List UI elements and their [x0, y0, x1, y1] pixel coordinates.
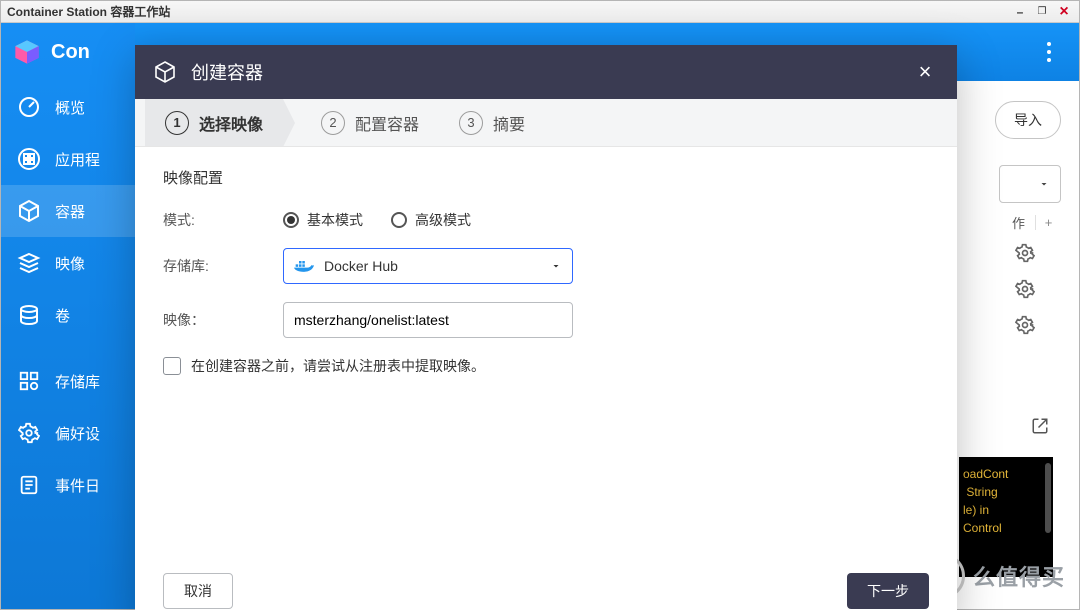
layers-icon: [17, 251, 41, 275]
sidebar-item-images[interactable]: 映像: [1, 237, 135, 289]
sidebar: Con 概览 应用程 容器 映像 卷: [1, 23, 135, 609]
repo-label: 存储库:: [163, 256, 283, 276]
watermark-text: 么值得买: [973, 560, 1065, 592]
cube-icon: [153, 60, 177, 84]
create-container-modal: 创建容器 × 1 选择映像 2 配置容器 3 摘要 映像配置: [135, 45, 957, 610]
radio-basic-mode[interactable]: 基本模式: [283, 210, 363, 230]
radio-label: 基本模式: [307, 210, 363, 230]
row-mode: 模式: 基本模式 高级模式: [163, 210, 929, 230]
chevron-down-icon: [1038, 178, 1050, 190]
gear-icon[interactable]: [1015, 243, 1035, 263]
modal-header: 创建容器 ×: [135, 45, 957, 99]
radio-advanced-mode[interactable]: 高级模式: [391, 210, 471, 230]
gear-icon: [17, 421, 41, 445]
window-title: Container Station 容器工作站: [5, 3, 1009, 20]
repo-value: Docker Hub: [324, 258, 398, 274]
cancel-label: 取消: [184, 581, 212, 601]
image-label: 映像：: [163, 310, 283, 330]
sidebar-item-preferences[interactable]: 偏好设: [1, 407, 135, 459]
sidebar-item-containers[interactable]: 容器: [1, 185, 135, 237]
sidebar-item-overview[interactable]: 概览: [1, 81, 135, 133]
pull-checkbox[interactable]: [163, 357, 181, 375]
gauge-icon: [17, 95, 41, 119]
app-window: Container Station 容器工作站 Con 概览 应用程 容器: [0, 0, 1080, 610]
gear-icon[interactable]: [1015, 315, 1035, 335]
window-minimize-button[interactable]: [1009, 3, 1031, 21]
row-repository: 存储库: Docker Hub: [163, 248, 929, 284]
brand-label: Con: [51, 41, 90, 64]
app-body: Con 概览 应用程 容器 映像 卷: [1, 23, 1079, 609]
step-label: 选择映像: [199, 111, 263, 135]
sidebar-item-volumes[interactable]: 卷: [1, 289, 135, 341]
modal-title: 创建容器: [191, 59, 897, 85]
external-link-icon[interactable]: [1031, 417, 1049, 440]
add-column-button[interactable]: +: [1035, 215, 1061, 230]
step-label: 摘要: [493, 111, 525, 135]
radio-dot-icon: [391, 212, 407, 228]
sidebar-item-label: 概览: [55, 97, 85, 118]
sidebar-item-label: 应用程: [55, 149, 100, 170]
modal-close-button[interactable]: ×: [911, 58, 939, 86]
import-button[interactable]: 导入: [995, 101, 1061, 139]
pull-note: 在创建容器之前，请尝试从注册表中提取映像。: [191, 356, 485, 376]
bg-filter-dropdown[interactable]: [999, 165, 1061, 203]
row-image: 映像：: [163, 302, 929, 338]
repository-select[interactable]: Docker Hub: [283, 248, 573, 284]
next-label: 下一步: [867, 581, 909, 601]
more-menu-button[interactable]: [1035, 38, 1063, 66]
titlebar: Container Station 容器工作站: [1, 1, 1079, 23]
sidebar-item-label: 卷: [55, 305, 70, 326]
console-scrollbar[interactable]: [1045, 463, 1051, 533]
step-number: 1: [165, 111, 189, 135]
bg-toolbar: 导入: [995, 101, 1061, 139]
mode-label: 模式:: [163, 210, 283, 230]
chevron-down-icon: [550, 260, 562, 272]
sidebar-item-apps[interactable]: 应用程: [1, 133, 135, 185]
registry-icon: [17, 369, 41, 393]
radio-dot-icon: [283, 212, 299, 228]
import-button-label: 导入: [1014, 110, 1042, 130]
row-actions-column: [1015, 243, 1035, 335]
next-button[interactable]: 下一步: [847, 573, 929, 609]
sidebar-item-label: 偏好设: [55, 423, 100, 444]
database-icon: [17, 303, 41, 327]
cancel-button[interactable]: 取消: [163, 573, 233, 609]
step-summary[interactable]: 3 摘要: [439, 111, 545, 135]
step-configure[interactable]: 2 配置容器: [301, 111, 439, 135]
modal-body: 映像配置 模式: 基本模式 高级模式: [135, 147, 957, 559]
sidebar-item-events[interactable]: 事件日: [1, 459, 135, 511]
log-icon: [17, 473, 41, 497]
ops-label: 作: [1012, 213, 1025, 232]
window-close-button[interactable]: [1053, 3, 1075, 21]
brand-logo-icon: [13, 38, 41, 66]
step-number: 3: [459, 111, 483, 135]
sidebar-item-label: 容器: [55, 201, 85, 222]
sidebar-item-label: 事件日: [55, 475, 100, 496]
brand: Con: [1, 23, 135, 81]
wizard-steps: 1 选择映像 2 配置容器 3 摘要: [135, 99, 957, 147]
sidebar-item-registry[interactable]: 存储库: [1, 355, 135, 407]
window-maximize-button[interactable]: [1031, 3, 1053, 21]
cube-icon: [17, 199, 41, 223]
sidebar-item-label: 存储库: [55, 371, 100, 392]
modal-footer: 取消 下一步: [135, 559, 957, 610]
sidebar-item-label: 映像: [55, 253, 85, 274]
docker-icon: [294, 259, 314, 273]
step-number: 2: [321, 111, 345, 135]
section-title: 映像配置: [163, 167, 929, 188]
step-select-image[interactable]: 1 选择映像: [145, 99, 283, 146]
step-label: 配置容器: [355, 111, 419, 135]
row-pull-check: 在创建容器之前，请尝试从注册表中提取映像。: [163, 356, 929, 376]
grid-icon: [17, 147, 41, 171]
image-input[interactable]: [283, 302, 573, 338]
gear-icon[interactable]: [1015, 279, 1035, 299]
radio-label: 高级模式: [415, 210, 471, 230]
bg-ops-header: 作 +: [971, 213, 1061, 232]
console-text: oadCont String le) in Control: [963, 465, 1049, 537]
